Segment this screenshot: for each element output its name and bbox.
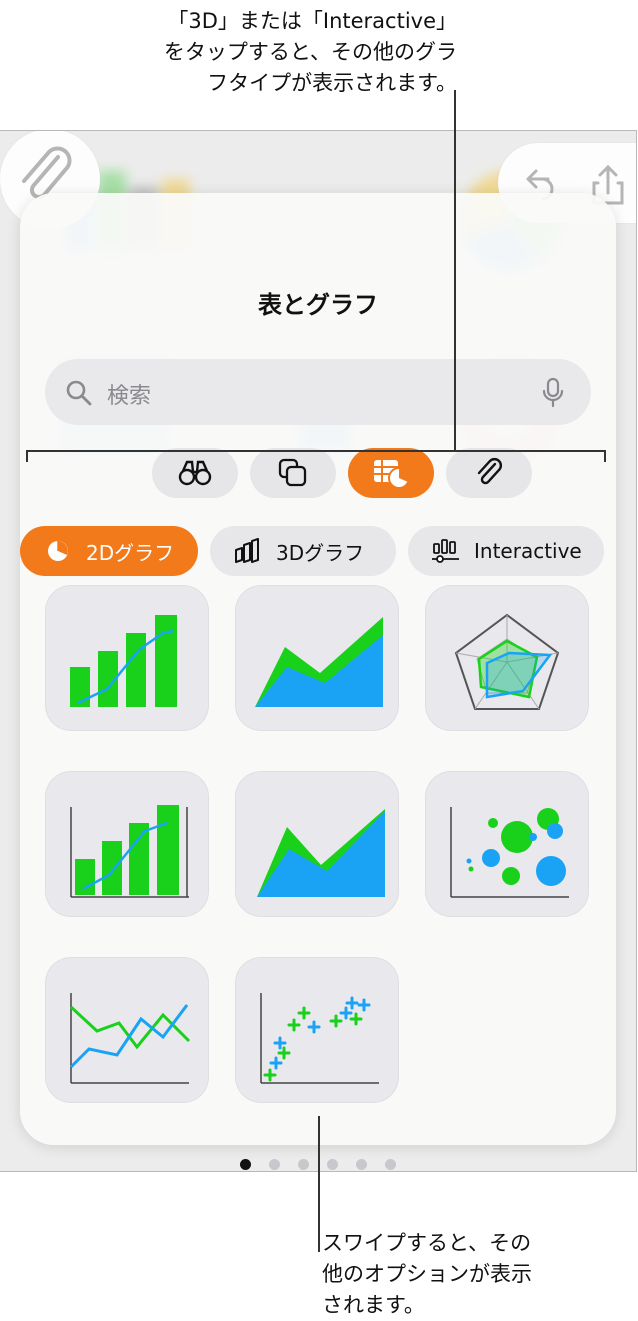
callout-bottom: スワイプすると、その 他のオプションが表示 されます。: [322, 1231, 532, 1317]
scatter-chart-icon: [260, 993, 379, 1084]
leader-line-bracket-left: [26, 450, 28, 462]
tables-charts-panel: 表とグラフ 検索 2Dグラフ 3Dグラフ Interactive: [20, 193, 616, 1170]
column-axes-chart-icon: [70, 805, 189, 898]
tab-label: 3Dグラフ: [276, 540, 365, 565]
segment-tables-charts[interactable]: [348, 448, 434, 498]
column-chart-icon: [70, 615, 177, 707]
leader-line-top-vertical: [454, 90, 456, 452]
page-dot: [385, 1159, 396, 1170]
tab-label: Interactive: [474, 539, 582, 563]
screen-area: 表とグラフ 検索 2Dグラフ 3Dグラフ Interactive: [0, 130, 637, 1172]
chart-type-scatter[interactable]: [235, 957, 399, 1103]
leader-line-bracket-right: [604, 450, 606, 462]
leader-line-bottom: [318, 1116, 320, 1252]
area-axes-chart-icon: [257, 809, 385, 897]
page-dot: [356, 1159, 367, 1170]
segment-binoculars[interactable]: [152, 448, 238, 498]
chart-type-area[interactable]: [235, 585, 399, 731]
chart-type-bubble[interactable]: [425, 771, 589, 917]
chart-type-column[interactable]: [45, 585, 209, 731]
page-dot: [298, 1159, 309, 1170]
search-field[interactable]: 検索: [45, 359, 591, 425]
chart-type-area-axes[interactable]: [235, 771, 399, 917]
microphone-icon[interactable]: [541, 377, 565, 409]
tab-2d-charts[interactable]: 2Dグラフ: [20, 526, 198, 576]
radar-chart-icon: [454, 613, 560, 710]
table-chart-icon: [374, 460, 410, 489]
page-dot-active: [240, 1159, 251, 1170]
callout-top: 「3D」または「Interactive」 をタップすると、その他のグラ フタイプ…: [163, 9, 457, 95]
panel-title: 表とグラフ: [258, 291, 378, 319]
tab-interactive-charts[interactable]: Interactive: [408, 526, 604, 576]
page-dot: [269, 1159, 280, 1170]
paperclip-icon: [477, 458, 502, 485]
chart-type-radar[interactable]: [425, 585, 589, 731]
tab-3d-charts[interactable]: 3Dグラフ: [210, 526, 396, 576]
bubble-chart-icon: [450, 807, 569, 898]
interactive-bar-icon: [432, 539, 459, 563]
shapes-icon: [278, 458, 307, 487]
search-placeholder: 検索: [107, 384, 152, 409]
segment-attachment[interactable]: [446, 448, 532, 498]
page-dot: [327, 1159, 338, 1170]
binoculars-icon: [178, 460, 212, 486]
area-chart-icon: [255, 617, 383, 707]
leader-line-bracket: [26, 450, 606, 452]
3d-bar-icon: [235, 538, 259, 563]
line-chart-icon: [69, 993, 191, 1084]
pie-icon: [48, 541, 68, 561]
search-icon: [66, 380, 92, 406]
chart-type-column-axes[interactable]: [45, 771, 209, 917]
chart-type-line[interactable]: [45, 957, 209, 1103]
segment-shapes[interactable]: [250, 448, 336, 498]
tab-label: 2Dグラフ: [86, 540, 175, 565]
